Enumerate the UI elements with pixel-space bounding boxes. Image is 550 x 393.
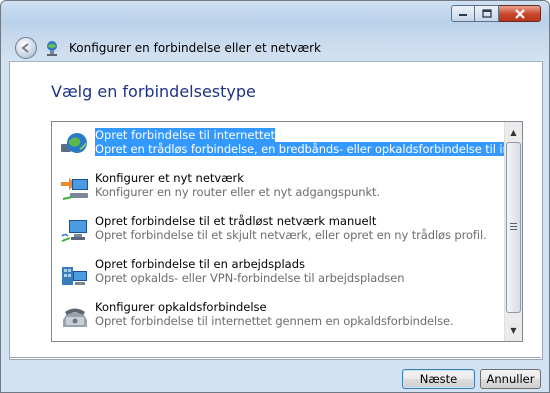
option-description: Opret opkalds- eller VPN-forbindelse til… bbox=[95, 271, 405, 285]
scroll-up-arrow[interactable]: ▲ bbox=[505, 124, 522, 141]
option-internet[interactable]: Opret forbindelse til internettet Opret … bbox=[52, 128, 522, 162]
footer-separator bbox=[9, 357, 541, 358]
network-setup-icon bbox=[47, 41, 57, 56]
option-description: Konfigurer en ny router eller et nyt adg… bbox=[95, 185, 380, 199]
close-button[interactable] bbox=[499, 5, 541, 22]
cancel-button[interactable]: Annuller bbox=[480, 369, 541, 389]
option-title: Konfigurer et nyt netværk bbox=[95, 171, 244, 185]
minimize-button[interactable] bbox=[451, 5, 475, 22]
option-description: Opret forbindelse til internettet gennem… bbox=[95, 314, 454, 328]
maximize-icon bbox=[481, 9, 492, 18]
window-title: Konfigurer en forbindelse eller et netvæ… bbox=[69, 41, 321, 55]
option-title: Opret forbindelse til et trådløst netvær… bbox=[95, 214, 377, 228]
option-title: Opret forbindelse til internettet bbox=[95, 128, 276, 142]
connection-option-list[interactable]: Opret forbindelse til internettet Opret … bbox=[51, 121, 523, 342]
option-workplace[interactable]: Opret forbindelse til en arbejdsplads Op… bbox=[52, 257, 503, 291]
option-title: Konfigurer opkaldsforbindelse bbox=[95, 300, 267, 314]
maximize-button[interactable] bbox=[475, 5, 499, 22]
option-description: Opret forbindelse til et skjult netværk,… bbox=[95, 228, 487, 242]
page-title: Vælg en forbindelsestype bbox=[51, 82, 256, 101]
dialup-phone-icon bbox=[63, 308, 87, 327]
option-title: Opret forbindelse til en arbejdsplads bbox=[95, 257, 305, 271]
grip-line bbox=[510, 223, 517, 224]
option-wireless-manual[interactable]: Opret forbindelse til et trådløst netvær… bbox=[52, 214, 503, 248]
grip-line bbox=[510, 226, 517, 227]
minimize-icon bbox=[459, 13, 467, 16]
back-arrow-icon bbox=[21, 43, 29, 53]
close-icon bbox=[514, 8, 525, 19]
window-frame: Konfigurer en forbindelse eller et netvæ… bbox=[0, 0, 550, 393]
scroll-down-arrow[interactable]: ▼ bbox=[505, 322, 522, 339]
next-button[interactable]: Næste bbox=[402, 369, 475, 389]
vertical-scrollbar[interactable]: ▲ ▼ bbox=[504, 122, 522, 341]
option-dialup[interactable]: Konfigurer opkaldsforbindelse Opret forb… bbox=[52, 300, 503, 334]
title-bar: Konfigurer en forbindelse eller et netvæ… bbox=[15, 37, 321, 59]
scrollbar-thumb[interactable] bbox=[506, 142, 521, 313]
workplace-icon bbox=[62, 267, 87, 285]
internet-globe-icon bbox=[61, 133, 87, 153]
wireless-computer-icon bbox=[61, 220, 87, 242]
option-description: Opret en trådløs forbindelse, en bredbån… bbox=[95, 142, 522, 156]
option-new-network[interactable]: Konfigurer et nyt netværk Konfigurer en … bbox=[52, 171, 503, 205]
caption-buttons bbox=[451, 5, 541, 22]
grip-line bbox=[510, 229, 517, 230]
back-button[interactable] bbox=[15, 37, 37, 59]
router-setup-icon bbox=[61, 178, 88, 200]
